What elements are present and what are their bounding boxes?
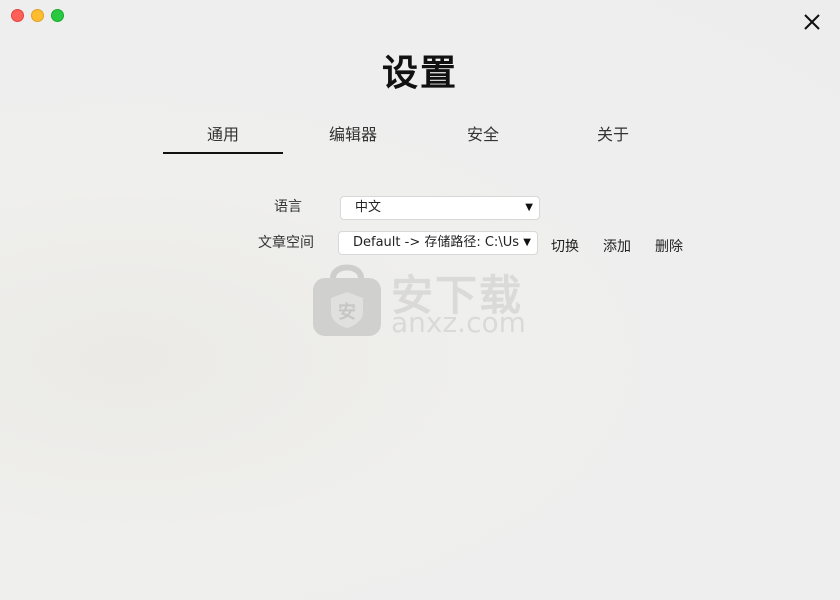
watermark-en: anxz.com: [391, 306, 526, 339]
workspace-select-value: Default -> 存储路径: C:\Us: [353, 235, 519, 250]
workspace-label: 文章空间: [258, 235, 314, 251]
language-select[interactable]: 中文 ▼: [340, 196, 540, 220]
language-row: 语言: [274, 196, 302, 216]
page-title: 设置: [381, 53, 458, 94]
workspace-select[interactable]: Default -> 存储路径: C:\Us ▼: [338, 231, 538, 255]
delete-workspace-button[interactable]: 删除: [655, 236, 683, 256]
tab-about[interactable]: 关于: [553, 114, 673, 154]
switch-workspace-button[interactable]: 切换: [551, 236, 579, 256]
language-label: 语言: [274, 199, 302, 215]
tab-security[interactable]: 安全: [423, 114, 543, 154]
add-workspace-button[interactable]: 添加: [603, 236, 631, 256]
chevron-down-icon: ▼: [525, 202, 533, 213]
tab-general[interactable]: 通用: [163, 114, 283, 154]
window-minimize-button[interactable]: [31, 9, 44, 22]
window-zoom-button[interactable]: [51, 9, 64, 22]
watermark: 安 安下载 anxz.com: [311, 258, 531, 342]
chevron-down-icon: ▼: [520, 232, 531, 254]
window-close-button[interactable]: [11, 9, 24, 22]
traffic-lights: [11, 9, 64, 22]
settings-tabs: 通用 编辑器 安全 关于: [163, 114, 683, 154]
tab-editor[interactable]: 编辑器: [293, 114, 413, 154]
workspace-row: 文章空间: [258, 232, 314, 252]
watermark-badge: 安: [338, 302, 356, 323]
close-icon[interactable]: [802, 12, 822, 32]
settings-window: 设置 通用 编辑器 安全 关于 语言 中文 ▼ 文章空间 Default -> …: [0, 0, 840, 600]
language-select-value: 中文: [355, 200, 382, 215]
